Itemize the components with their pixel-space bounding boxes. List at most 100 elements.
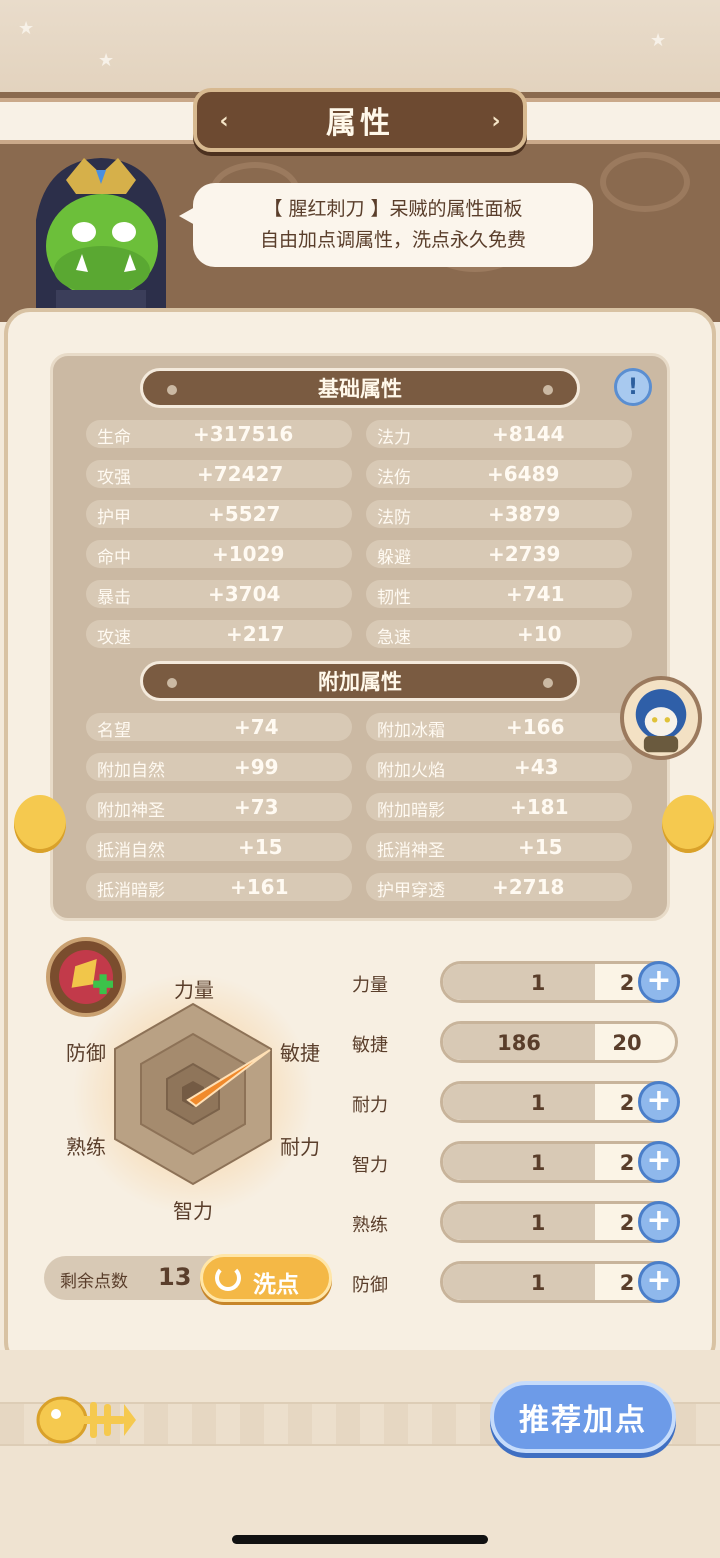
extra-attributes-header: 附加属性 xyxy=(140,661,580,701)
stat-value: +15 xyxy=(238,835,283,859)
stat-label: 生命 xyxy=(97,428,131,448)
attribute-name: 耐力 xyxy=(352,1095,388,1116)
reset-icon xyxy=(215,1265,241,1291)
stat-label: 攻速 xyxy=(97,628,131,648)
add-point-button[interactable]: + xyxy=(638,1081,680,1123)
radar-label-agility: 敏捷 xyxy=(280,1041,320,1065)
stat-row: 抵消神圣 +15 xyxy=(366,833,632,861)
attribute-name: 智力 xyxy=(352,1155,388,1176)
attribute-row-agility: 敏捷 186 20 xyxy=(352,1021,692,1067)
remaining-points-value: 13 xyxy=(158,1263,192,1291)
stat-label: 法防 xyxy=(377,508,411,528)
stat-row: 附加火焰 +43 xyxy=(366,753,632,781)
stat-label: 韧性 xyxy=(377,588,411,608)
attribute-row-defense: 防御 12 + xyxy=(352,1261,692,1307)
attribute-name: 熟练 xyxy=(352,1215,388,1236)
radar-label-strength: 力量 xyxy=(174,978,214,1002)
add-point-button[interactable]: + xyxy=(638,961,680,1003)
attribute-row-stamina: 耐力 12 + xyxy=(352,1081,692,1127)
attribute-name: 力量 xyxy=(352,975,388,996)
base-attributes-title: 基础属性 xyxy=(318,377,402,401)
attribute-row-strength: 力量 12 + xyxy=(352,961,692,1007)
extra-attributes-title: 附加属性 xyxy=(318,670,402,694)
stat-label: 法力 xyxy=(377,428,411,448)
remaining-points-label: 剩余点数 xyxy=(60,1272,128,1292)
exclamation-icon[interactable]: ! xyxy=(614,368,652,406)
stat-row: 暴击 +3704 xyxy=(86,580,352,608)
stat-value: +6489 xyxy=(487,462,560,486)
add-point-button[interactable]: + xyxy=(638,1201,680,1243)
stat-row: 攻强 +72427 xyxy=(86,460,352,488)
attribute-name: 敏捷 xyxy=(352,1035,388,1056)
stat-row: 附加神圣 +73 xyxy=(86,793,352,821)
stat-value: +161 xyxy=(230,875,289,899)
stat-value: +2739 xyxy=(488,542,561,566)
stat-value: +43 xyxy=(514,755,559,779)
reset-points-button[interactable]: 洗点 xyxy=(200,1254,332,1302)
stat-label: 攻强 xyxy=(97,468,131,488)
stat-label: 护甲穿透 xyxy=(377,881,445,901)
next-arrow-icon[interactable]: › xyxy=(481,106,511,136)
home-indicator[interactable] xyxy=(232,1535,488,1544)
add-point-button[interactable]: + xyxy=(638,1141,680,1183)
stat-row: 附加暗影 +181 xyxy=(366,793,632,821)
stat-row: 命中 +1029 xyxy=(86,540,352,568)
stat-row: 护甲 +5527 xyxy=(86,500,352,528)
attribute-base-value: 186 xyxy=(497,1031,541,1055)
stat-label: 名望 xyxy=(97,721,131,741)
stat-row: 生命 +317516 xyxy=(86,420,352,448)
stat-value: +74 xyxy=(234,715,279,739)
stat-value: +8144 xyxy=(492,422,565,446)
stat-value: +3879 xyxy=(488,502,561,526)
stat-row: 法防 +3879 xyxy=(366,500,632,528)
stat-value: +166 xyxy=(506,715,565,739)
stat-row: 附加冰霜 +166 xyxy=(366,713,632,741)
stat-row: 名望 +74 xyxy=(86,713,352,741)
base-attributes-header: 基础属性 xyxy=(140,368,580,408)
stat-label: 附加自然 xyxy=(97,761,165,781)
stat-row: 攻速 +217 xyxy=(86,620,352,648)
attribute-row-intellect: 智力 12 + xyxy=(352,1141,692,1187)
stat-row: 躲避 +2739 xyxy=(366,540,632,568)
next-hero-arrow-icon[interactable] xyxy=(662,795,714,853)
stat-value: +2718 xyxy=(492,875,565,899)
attribute-name: 防御 xyxy=(352,1275,388,1296)
intro-line-1: 【 腥红刺刀 】呆贼的属性面板 xyxy=(263,198,523,220)
stat-label: 附加暗影 xyxy=(377,801,445,821)
recommend-points-button[interactable]: 推荐加点 xyxy=(490,1381,676,1453)
title-plaque: ‹ 属性 › xyxy=(193,88,527,152)
stat-label: 附加冰霜 xyxy=(377,721,445,741)
stat-row: 护甲穿透 +2718 xyxy=(366,873,632,901)
star-icon: ★ xyxy=(18,18,35,39)
attribute-added-value: 20 xyxy=(612,1031,642,1055)
prev-hero-arrow-icon[interactable] xyxy=(14,795,66,853)
stat-label: 急速 xyxy=(377,628,411,648)
stat-row: 附加自然 +99 xyxy=(86,753,352,781)
attribute-bar: 186 20 xyxy=(440,1021,678,1063)
prev-arrow-icon[interactable]: ‹ xyxy=(209,106,239,136)
character-avatar xyxy=(36,158,166,308)
add-point-button[interactable]: + xyxy=(638,1261,680,1303)
companion-avatar[interactable] xyxy=(620,676,702,760)
stat-value: +15 xyxy=(518,835,563,859)
star-icon: ★ xyxy=(98,50,115,71)
stat-value: +1029 xyxy=(212,542,285,566)
fish-bone-icon[interactable] xyxy=(34,1384,138,1456)
radar-label-stamina: 耐力 xyxy=(280,1135,320,1159)
intro-line-2: 自由加点调属性，洗点永久免费 xyxy=(259,229,526,251)
stat-label: 暴击 xyxy=(97,588,131,608)
stat-label: 附加神圣 xyxy=(97,801,165,821)
stat-label: 抵消自然 xyxy=(97,841,165,861)
page-title: 属性 xyxy=(326,106,394,141)
stat-value: +73 xyxy=(234,795,279,819)
stat-value: +741 xyxy=(506,582,565,606)
top-background: ★ ★ ★ xyxy=(0,0,720,100)
stat-label: 附加火焰 xyxy=(377,761,445,781)
stat-row: 急速 +10 xyxy=(366,620,632,648)
attribute-row-proficiency: 熟练 12 + xyxy=(352,1201,692,1247)
stat-label: 抵消神圣 xyxy=(377,841,445,861)
stat-row: 法伤 +6489 xyxy=(366,460,632,488)
stat-value: +5527 xyxy=(208,502,281,526)
star-icon: ★ xyxy=(650,30,667,51)
stat-row: 抵消暗影 +161 xyxy=(86,873,352,901)
